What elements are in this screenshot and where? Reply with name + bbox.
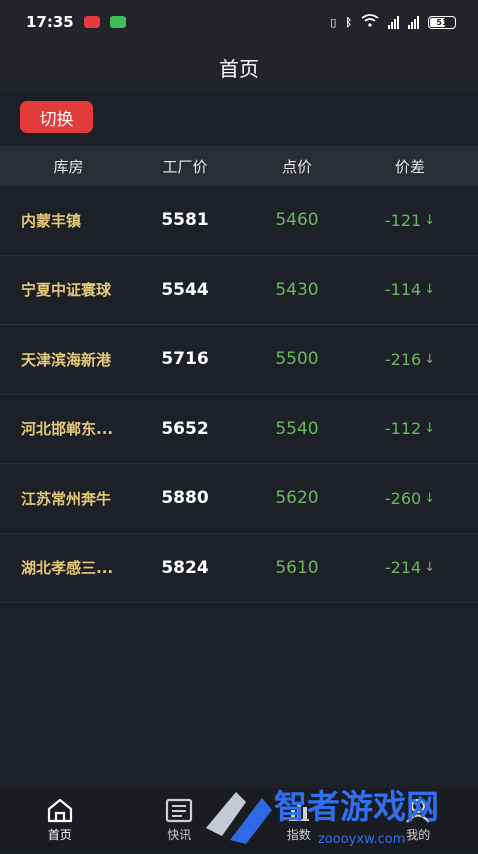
column-header-factory-price: 工厂价 — [120, 146, 250, 186]
price-diff-value: -114 — [385, 280, 421, 299]
message-notification-icon — [110, 16, 126, 28]
signal-icon — [388, 16, 399, 29]
toolbar: 切换 — [0, 90, 478, 146]
point-price: 5540 — [232, 395, 362, 464]
tab-index-label: 指数 — [287, 826, 311, 843]
price-diff: -214↓ — [345, 534, 475, 603]
home-icon — [45, 796, 75, 824]
table-header: 库房 工厂价 点价 价差 — [0, 146, 478, 186]
arrow-down-icon: ↓ — [424, 491, 435, 506]
index-icon — [284, 796, 314, 824]
column-header-warehouse: 库房 — [0, 146, 137, 186]
price-diff-value: -112 — [385, 419, 421, 438]
point-price: 5610 — [232, 534, 362, 603]
arrow-down-icon: ↓ — [424, 213, 435, 228]
price-diff-value: -216 — [385, 350, 421, 369]
warehouse-name: 宁夏中证寰球 — [21, 256, 131, 325]
factory-price: 5581 — [120, 186, 250, 255]
tab-home-label: 首页 — [48, 826, 72, 843]
table-row[interactable]: 宁夏中证寰球 5544 5430 -114↓ — [0, 256, 478, 326]
table-row[interactable]: 天津滨海新港 5716 5500 -216↓ — [0, 325, 478, 395]
status-time: 17:35 — [26, 13, 74, 31]
bluetooth-icon: ᛒ — [345, 16, 352, 29]
tab-news[interactable]: 快讯 — [120, 788, 240, 850]
price-table: 内蒙丰镇 5581 5460 -121↓ 宁夏中证寰球 5544 5430 -1… — [0, 186, 478, 603]
news-icon — [164, 796, 194, 824]
arrow-down-icon: ↓ — [424, 560, 435, 575]
table-row[interactable]: 内蒙丰镇 5581 5460 -121↓ — [0, 186, 478, 256]
factory-price: 5652 — [120, 395, 250, 464]
tab-index[interactable]: 指数 — [239, 788, 359, 850]
page-header: 首页 — [0, 44, 478, 90]
warehouse-name: 江苏常州奔牛 — [21, 464, 131, 533]
tab-news-label: 快讯 — [167, 826, 191, 843]
factory-price: 5544 — [120, 256, 250, 325]
user-icon — [403, 796, 433, 824]
arrow-down-icon: ↓ — [424, 421, 435, 436]
price-diff-value: -260 — [385, 489, 421, 508]
warehouse-name: 湖北孝感三... — [21, 534, 131, 603]
price-diff-value: -121 — [385, 211, 421, 230]
page-title: 首页 — [219, 53, 259, 82]
warehouse-name: 天津滨海新港 — [21, 325, 131, 394]
tab-profile[interactable]: 我的 — [359, 788, 478, 850]
column-header-point-price: 点价 — [232, 146, 362, 186]
point-price: 5500 — [232, 325, 362, 394]
tab-home[interactable]: 首页 — [0, 788, 120, 850]
app-notification-icon — [84, 16, 100, 28]
warehouse-name: 河北邯郸东... — [21, 395, 131, 464]
tab-profile-label: 我的 — [406, 826, 430, 843]
table-row[interactable]: 河北邯郸东... 5652 5540 -112↓ — [0, 395, 478, 465]
point-price: 5430 — [232, 256, 362, 325]
bottom-tab-bar: 首页 快讯 指数 我的 — [0, 788, 478, 850]
factory-price: 5880 — [120, 464, 250, 533]
price-diff-value: -214 — [385, 558, 421, 577]
status-bar: 17:35 ▯ ᛒ 51 — [0, 0, 478, 44]
switch-button[interactable]: 切换 — [20, 101, 93, 133]
arrow-down-icon: ↓ — [424, 282, 435, 297]
point-price: 5460 — [232, 186, 362, 255]
table-row[interactable]: 江苏常州奔牛 5880 5620 -260↓ — [0, 464, 478, 534]
price-diff: -216↓ — [345, 325, 475, 394]
factory-price: 5716 — [120, 325, 250, 394]
price-diff: -112↓ — [345, 395, 475, 464]
price-diff: -260↓ — [345, 464, 475, 533]
arrow-down-icon: ↓ — [424, 352, 435, 367]
vibrate-icon: ▯ — [330, 16, 336, 29]
factory-price: 5824 — [120, 534, 250, 603]
wifi-icon — [361, 14, 379, 30]
table-row[interactable]: 湖北孝感三... 5824 5610 -214↓ — [0, 534, 478, 604]
signal-icon-2 — [408, 16, 419, 29]
price-diff: -121↓ — [345, 186, 475, 255]
battery-icon: 51 — [428, 16, 456, 29]
price-diff: -114↓ — [345, 256, 475, 325]
column-header-diff: 价差 — [345, 146, 475, 186]
point-price: 5620 — [232, 464, 362, 533]
warehouse-name: 内蒙丰镇 — [21, 186, 131, 255]
